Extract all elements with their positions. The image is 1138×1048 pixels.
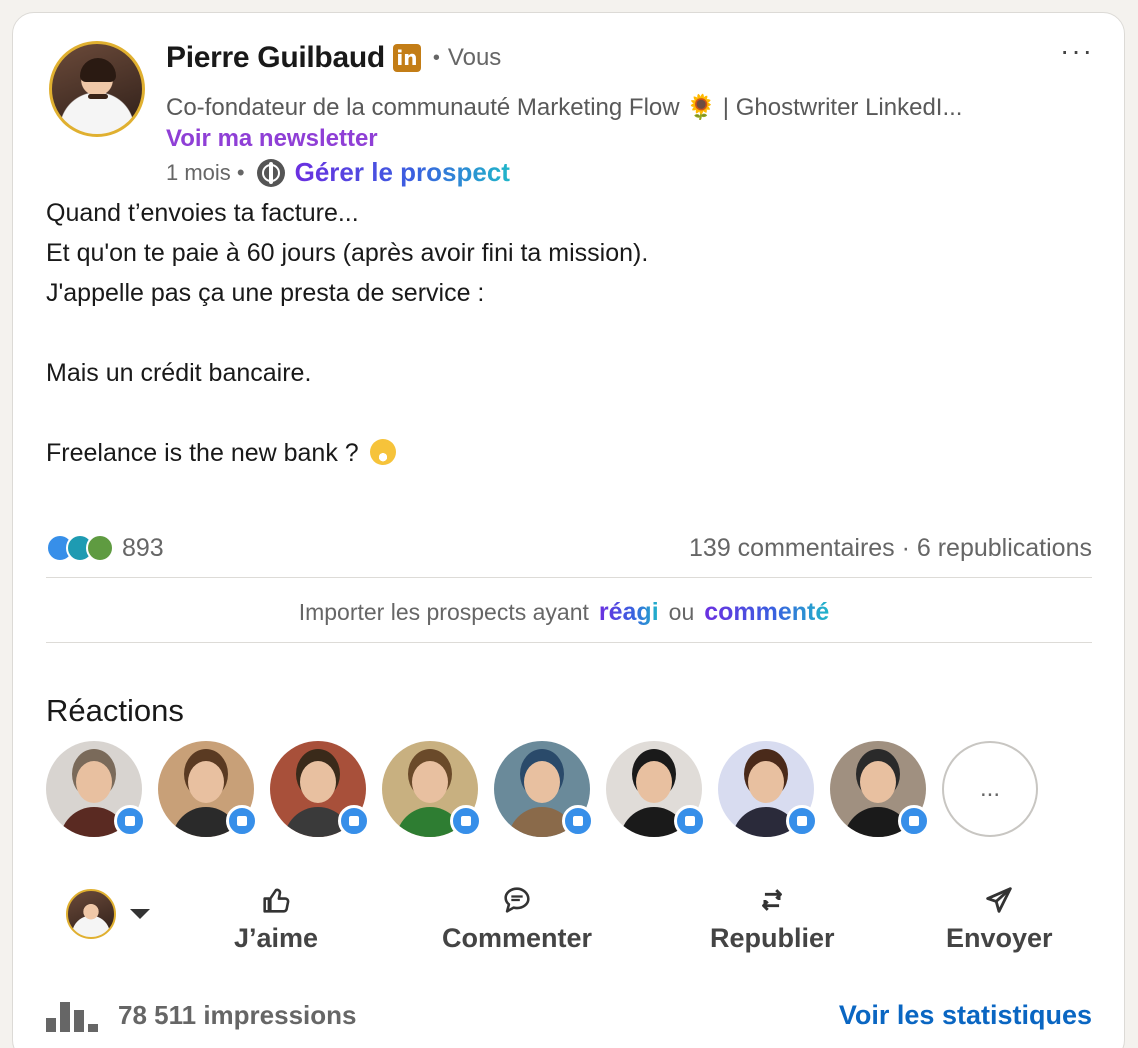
my-avatar <box>66 889 116 939</box>
more-reactors-button[interactable]: ... <box>942 741 1038 837</box>
post-meta: 1 mois • Gérer le prospect <box>166 157 510 188</box>
like-badge-icon <box>226 805 258 837</box>
author-name[interactable]: Pierre Guilbaud <box>166 41 385 75</box>
divider <box>46 577 1092 578</box>
repost-icon <box>762 889 783 911</box>
caret-down-icon <box>130 909 150 919</box>
repost-button[interactable]: Republier <box>710 883 835 954</box>
comments-reposts-text[interactable]: 139 commentaires · 6 republications <box>689 534 1092 562</box>
post-line-text: Freelance is the new bank ? <box>46 439 359 467</box>
comment-icon <box>504 887 530 913</box>
reactor-avatar[interactable] <box>382 741 482 837</box>
reactor-head <box>188 761 224 803</box>
bar-chart-icon <box>46 998 102 1032</box>
avatar-hair <box>80 58 116 82</box>
separator-dot: • <box>432 46 440 69</box>
newsletter-link[interactable]: Voir ma newsletter <box>166 125 378 153</box>
post-line: Quand t’envoies ta facture... <box>46 199 359 227</box>
reactions-summary[interactable]: 893 <box>46 534 164 563</box>
like-button[interactable]: J’aime <box>234 883 318 954</box>
connection-degree: Vous <box>447 44 502 71</box>
reactor-head <box>860 761 896 803</box>
manage-prospect-link[interactable]: Gérer le prospect <box>295 157 510 188</box>
like-badge-icon <box>674 805 706 837</box>
celebrate-reaction-icon <box>86 534 114 562</box>
thumbs-up-icon <box>263 888 290 913</box>
reactor-avatar[interactable] <box>494 741 594 837</box>
author-row: Pierre Guilbaud in • Vous <box>166 41 501 75</box>
post-line: Mais un crédit bancaire. <box>46 359 312 387</box>
import-text: Importer les prospects ayant <box>298 599 589 625</box>
reactor-avatar[interactable] <box>606 741 706 837</box>
reaction-icons <box>46 534 114 562</box>
reactor-list: ... <box>46 741 1054 837</box>
like-badge-icon <box>786 805 818 837</box>
like-badge-icon <box>338 805 370 837</box>
view-stats-link[interactable]: Voir les statistiques <box>839 1000 1092 1031</box>
like-badge-icon <box>898 805 930 837</box>
grinning-sweat-emoji <box>369 439 396 465</box>
like-badge-icon <box>450 805 482 837</box>
reactor-head <box>300 761 336 803</box>
post-line <box>46 393 1086 433</box>
post-line-last: Freelance is the new bank ? <box>46 433 1086 473</box>
send-label: Envoyer <box>946 923 1053 953</box>
post-line <box>46 313 1086 353</box>
send-icon <box>986 887 1013 913</box>
reactor-head <box>748 761 784 803</box>
reacted-link[interactable]: réagi <box>599 598 659 627</box>
like-badge-icon <box>562 805 594 837</box>
post-body: Quand t’envoies ta facture... Et qu'on t… <box>46 193 1086 473</box>
post-line: Et qu'on te paie à 60 jours (après avoir… <box>46 239 649 267</box>
post-line: J'appelle pas ça une presta de service : <box>46 279 485 307</box>
reactor-avatar[interactable] <box>158 741 258 837</box>
reactor-head <box>636 761 672 803</box>
impressions: 78 511 impressions <box>46 998 356 1032</box>
like-badge-icon <box>114 805 146 837</box>
reactor-head <box>76 761 112 803</box>
reactor-avatar[interactable] <box>270 741 370 837</box>
reactions-title: Réactions <box>46 693 184 728</box>
reaction-count[interactable]: 893 <box>122 534 164 563</box>
or-text: ou <box>668 599 695 625</box>
action-bar: J’aime Commenter Republier Envoyer <box>46 875 1092 965</box>
stats-row: 78 511 impressions Voir les statistiques <box>46 993 1092 1037</box>
repost-label: Republier <box>710 923 835 953</box>
author-headline: Co-fondateur de la communauté Marketing … <box>166 94 963 121</box>
import-prospects-row: Importer les prospects ayant réagi ou co… <box>46 598 1092 627</box>
avatar-moustache <box>88 94 108 99</box>
post-time: 1 mois • <box>166 159 245 185</box>
globe-icon <box>256 158 285 187</box>
post-card: Pierre Guilbaud in • Vous Co-fondateur d… <box>12 12 1125 1048</box>
more-options-icon[interactable]: ··· <box>1060 35 1094 67</box>
send-button[interactable]: Envoyer <box>946 883 1053 954</box>
comment-label: Commenter <box>442 923 593 953</box>
reactor-head <box>412 761 448 803</box>
comment-button[interactable]: Commenter <box>442 883 592 954</box>
comments-reposts-count[interactable]: 139 commentaires · 6 republications <box>689 534 1092 563</box>
reactor-head <box>524 761 560 803</box>
author-avatar[interactable] <box>49 41 145 137</box>
divider <box>46 642 1092 643</box>
impressions-count: 78 511 impressions <box>118 999 357 1030</box>
reactor-avatar[interactable] <box>830 741 930 837</box>
identity-switcher[interactable] <box>66 889 150 939</box>
linkedin-premium-icon: in <box>392 44 421 72</box>
like-label: J’aime <box>234 923 319 953</box>
social-counts: 893 139 commentaires · 6 republications <box>46 528 1092 568</box>
reactor-avatar[interactable] <box>46 741 146 837</box>
reactor-avatar[interactable] <box>718 741 818 837</box>
commented-link[interactable]: commenté <box>704 598 829 627</box>
